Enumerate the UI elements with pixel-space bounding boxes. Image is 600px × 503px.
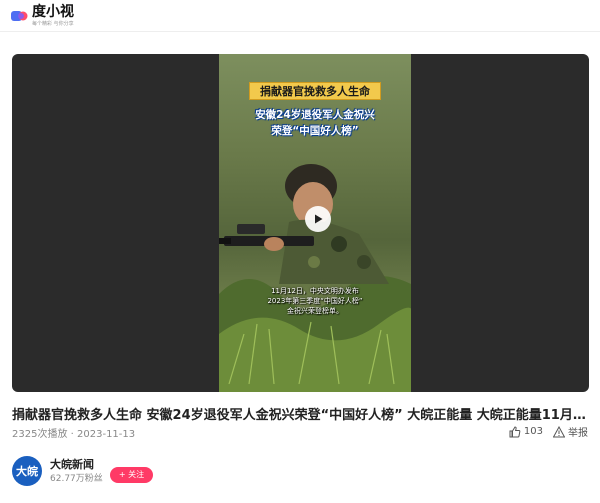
top-header: 度小视 每个精彩 与你分享 [0,0,600,32]
author-name[interactable]: 大皖新闻 [50,458,103,472]
report-button[interactable]: 举报 [553,424,588,439]
meta-separator: · [70,429,74,440]
play-button[interactable] [305,206,331,232]
video-actions: 103 举报 [499,424,588,439]
play-count: 2325次播放 [12,429,68,440]
author-fans-count: 62.77万粉丝 [50,473,103,484]
app-slogan: 每个精彩 与你分享 [32,21,74,27]
video-banner-subline-1: 安徽24岁退役军人金祝兴 [255,109,375,121]
video-caption-line-2: 2023年第三季度“中国好人榜” [267,297,363,305]
video-banner-headline: 捐献器官挽救多人生命 [249,82,381,100]
app-logo[interactable]: 度小视 每个精彩 与你分享 [10,5,74,27]
video-player[interactable]: 捐献器官挽救多人生命 安徽24岁退役军人金祝兴 荣登“中国好人榜” 11月12日… [12,54,589,392]
duxiaoshi-logo-icon [10,7,28,25]
author-info: 大皖新闻 62.77万粉丝 [50,458,103,485]
like-count: 103 [523,426,543,437]
like-button[interactable]: 103 [509,425,543,438]
video-caption-line-3: 金祝兴荣登榜单。 [287,307,343,315]
author-block: 大皖 大皖新闻 62.77万粉丝 [12,456,103,486]
video-caption-line-1: 11月12日，中央文明办发布 [271,287,359,295]
report-label: 举报 [568,428,588,439]
video-caption: 11月12日，中央文明办发布 2023年第三季度“中国好人榜” 金祝兴荣登榜单。 [239,286,391,316]
video-meta: 2325次播放 · 2023-11-13 [12,425,135,440]
follow-button[interactable]: + 关注 [110,467,153,483]
warning-icon [553,425,565,437]
publish-date: 2023-11-13 [77,429,136,440]
video-thumbnail-image [219,164,411,392]
video-banner-subline-2: 荣登“中国好人榜” [271,125,359,137]
play-icon [315,214,323,224]
author-avatar[interactable]: 大皖 [12,456,42,486]
video-frame[interactable]: 捐献器官挽救多人生命 安徽24岁退役军人金祝兴 荣登“中国好人榜” 11月12日… [219,54,411,392]
app-name: 度小视 [32,4,74,20]
thumbs-up-icon [509,425,521,437]
video-title: 捐献器官挽救多人生命 安徽24岁退役军人金祝兴荣登“中国好人榜” 大皖正能量 大… [12,408,590,423]
